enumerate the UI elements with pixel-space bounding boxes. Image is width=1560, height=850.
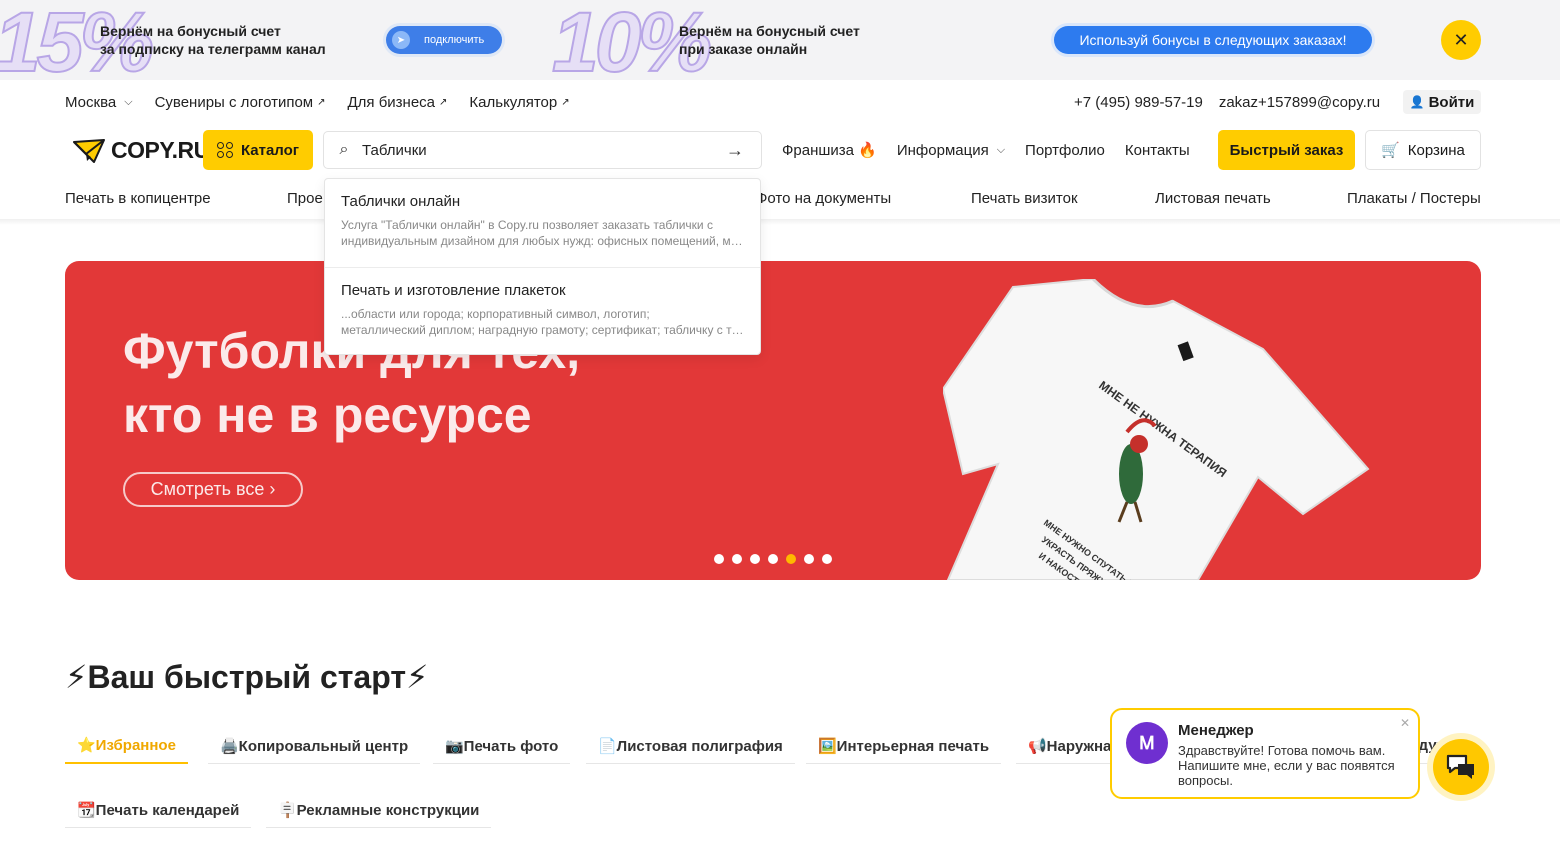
business-link[interactable]: Для бизнеса ↗	[348, 94, 448, 111]
tab-interior-print[interactable]: 🖼️Интерьерная печать	[806, 728, 1002, 764]
paper-plane-icon	[73, 138, 105, 163]
calculator-link[interactable]: Калькулятор ↗	[469, 94, 569, 111]
promo-banner: 15% Вернём на бонусный счет за подписку …	[0, 0, 1560, 80]
site-logo[interactable]: COPY.RU	[73, 137, 210, 164]
external-arrow-icon: ↗	[439, 96, 448, 108]
slider-dot[interactable]	[804, 554, 814, 564]
see-all-button[interactable]: Смотреть все ›	[123, 472, 303, 507]
tshirt-image: МНЕ НЕ НУЖНА ТЕРАПИЯ МНЕ НУЖНО СПУТАТЬ Н…	[943, 279, 1370, 580]
manager-avatar: Ꮇ	[1126, 722, 1168, 764]
tab-copy-center[interactable]: 🖨️Копировальный центр	[208, 728, 421, 764]
cart-icon: 🛒	[1381, 142, 1400, 159]
contacts-link[interactable]: Контакты	[1125, 142, 1190, 159]
chevron-down-icon: ⌵	[124, 95, 133, 108]
telegram-connect-button[interactable]: ➤ подключить	[386, 26, 502, 54]
login-button[interactable]: 👤 Войти	[1403, 90, 1481, 114]
main-nav: Франшиза 🔥 Информация ⌵ Портфолио Контак…	[782, 140, 1210, 160]
search-input[interactable]	[362, 141, 722, 159]
cart-button[interactable]: 🛒 Корзина	[1365, 130, 1481, 170]
chat-popup[interactable]: Ꮇ Менеджер Здравствуйте! Готова помочь в…	[1110, 708, 1420, 799]
portfolio-link[interactable]: Портфолио	[1025, 142, 1105, 159]
contact-links: +7 (495) 989-57-19 zakaz+157899@copy.ru	[1074, 90, 1402, 114]
chat-message: Здравствуйте! Готова помочь вам. Напишит…	[1178, 743, 1395, 788]
grid-icon	[216, 142, 233, 158]
header-divider	[0, 219, 1560, 225]
tab-ad-constructions[interactable]: 🪧Рекламные конструкции	[266, 792, 492, 828]
arrow-right-icon[interactable]: →	[726, 140, 744, 161]
slider-dot[interactable]	[786, 554, 796, 564]
city-selector[interactable]: Москва ⌵	[65, 94, 133, 111]
slider-dot[interactable]	[822, 554, 832, 564]
info-menu[interactable]: Информация ⌵	[897, 142, 1005, 159]
promo-text-telegram: Вернём на бонусный счет за подписку на т…	[100, 23, 326, 57]
franchise-link[interactable]: Франшиза 🔥	[782, 141, 877, 159]
slider-dot[interactable]	[732, 554, 742, 564]
slider-dots	[714, 554, 840, 564]
category-business-cards[interactable]: Печать визиток	[971, 190, 1078, 207]
user-icon: 👤	[1409, 95, 1425, 109]
close-promo-button[interactable]: ✕	[1441, 20, 1481, 60]
suggestion-item[interactable]: Таблички онлайн Услуга "Таблички онлайн"…	[325, 179, 760, 267]
slider-dot[interactable]	[714, 554, 724, 564]
search-icon: ⌕	[339, 141, 349, 158]
close-icon[interactable]: ✕	[1400, 716, 1410, 730]
category-posters[interactable]: Плакаты / Постеры	[1347, 190, 1481, 207]
category-project[interactable]: Прое	[287, 190, 323, 207]
slider-dot[interactable]	[768, 554, 778, 564]
tab-favorites[interactable]: ⭐Избранное	[65, 728, 188, 764]
phone-link[interactable]: +7 (495) 989-57-19	[1074, 94, 1203, 111]
slider-dot[interactable]	[750, 554, 760, 564]
chat-manager-name: Менеджер	[1178, 722, 1254, 739]
search-bar: ⌕ →	[323, 131, 762, 169]
hero-slider[interactable]: Футболки для тех, кто не в ресурсе Смотр…	[65, 261, 1481, 580]
chat-bubbles-icon	[1446, 754, 1474, 779]
souvenirs-link[interactable]: Сувениры с логотипом ↗	[155, 94, 326, 111]
external-arrow-icon: ↗	[317, 96, 326, 108]
category-sheet-print[interactable]: Листовая печать	[1155, 190, 1271, 207]
external-arrow-icon: ↗	[561, 96, 570, 108]
fast-order-button[interactable]: Быстрый заказ	[1218, 130, 1355, 170]
category-copy-center[interactable]: Печать в копицентре	[65, 190, 211, 207]
tab-photo-print[interactable]: 📷Печать фото	[433, 728, 571, 764]
email-link[interactable]: zakaz+157899@copy.ru	[1219, 94, 1380, 111]
chevron-down-icon: ⌵	[996, 143, 1006, 156]
chat-button[interactable]	[1433, 739, 1489, 795]
top-links: Москва ⌵ Сувениры с логотипом ↗ Для бизне…	[65, 90, 592, 114]
use-bonuses-button[interactable]: Используй бонусы в следующих заказах!	[1054, 26, 1372, 54]
search-suggestions: Таблички онлайн Услуга "Таблички онлайн"…	[324, 178, 761, 355]
tab-calendars[interactable]: 📆Печать календарей	[65, 792, 252, 828]
close-icon: ✕	[1453, 29, 1469, 50]
telegram-icon: ➤	[392, 31, 410, 49]
promo-text-online: Вернём на бонусный счет при заказе онлай…	[679, 23, 860, 57]
category-photo-docs[interactable]: Фото на документы	[756, 190, 891, 207]
category-row: Печать в копицентре Прое Фото на докумен…	[0, 190, 1560, 220]
suggestion-item[interactable]: Печать и изготовление плакеток ...област…	[325, 267, 760, 355]
quickstart-title: ⚡Ваш быстрый старт⚡	[65, 659, 429, 695]
tab-sheet-polygraphy[interactable]: 📄Листовая полиграфия	[586, 728, 795, 764]
catalog-button[interactable]: Каталог	[203, 130, 313, 170]
